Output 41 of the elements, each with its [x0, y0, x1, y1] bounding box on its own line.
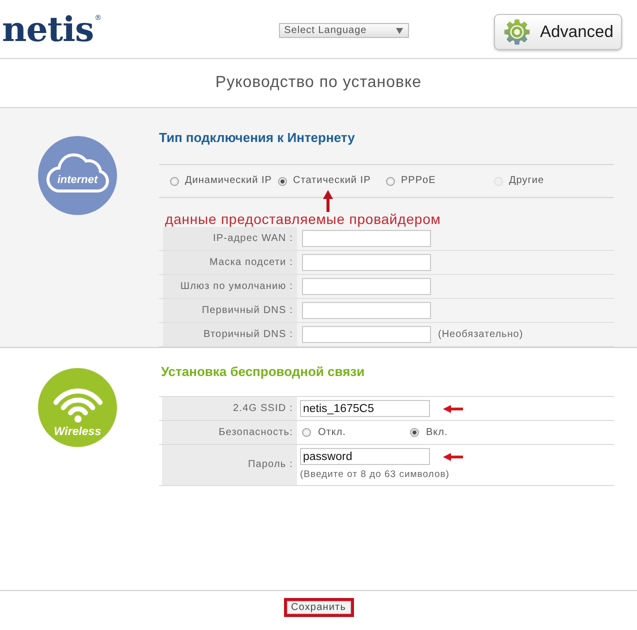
- radio-label: Вкл.: [426, 426, 448, 438]
- field-label: Первичный DNS :: [163, 299, 297, 322]
- radio-label: PPPoE: [401, 175, 436, 187]
- radio-button[interactable]: [170, 176, 179, 186]
- field-label: Безопасность:: [162, 421, 297, 444]
- field-hint: (Введите от 8 до 63 символов): [300, 469, 450, 481]
- radio-button[interactable]: [302, 428, 311, 437]
- radio-button[interactable]: [410, 428, 419, 437]
- section-heading: Тип подключения к Интернету: [159, 130, 355, 146]
- field-note: (Необязательно): [438, 328, 524, 340]
- field-label: Шлюз по умолчанию :: [163, 275, 297, 298]
- badge-label: internet: [57, 174, 98, 187]
- brand-logo: netis$^{®}$: [2, 13, 102, 47]
- caret-icon: [396, 28, 404, 34]
- input-field[interactable]: [302, 254, 431, 271]
- field-label: Пароль :: [162, 445, 297, 485]
- radio-label: Другие: [509, 175, 544, 187]
- input-field[interactable]: [302, 302, 431, 319]
- input-field[interactable]: netis_1675C5: [300, 400, 430, 417]
- input-field[interactable]: [302, 326, 431, 343]
- page-title: Руководство по установке: [215, 73, 422, 93]
- annotation-text: данные предоставляемые провайдером: [165, 212, 441, 227]
- field-label: 2.4G SSID :: [162, 397, 297, 420]
- radio-button[interactable]: [278, 176, 287, 186]
- input-field[interactable]: [302, 278, 431, 295]
- section-heading: Установка беспроводной связи: [161, 364, 365, 380]
- radio-button[interactable]: [386, 176, 395, 186]
- language-select[interactable]: Select Language: [279, 23, 410, 38]
- field-label: Маска подсети :: [163, 251, 297, 274]
- field-label: IP-адрес WAN :: [163, 227, 297, 250]
- gear-icon: [504, 19, 530, 45]
- advanced-button[interactable]: Advanced: [494, 14, 622, 50]
- save-button[interactable]: Сохранить: [284, 598, 354, 617]
- up-arrow-icon: [323, 190, 333, 212]
- field-label: Вторичный DNS :: [163, 323, 297, 346]
- badge-label: Wireless: [54, 426, 102, 439]
- radio-label: Откл.: [318, 426, 346, 438]
- radio-label: Динамический IP: [185, 175, 272, 187]
- input-field[interactable]: password: [300, 448, 430, 465]
- input-field[interactable]: [302, 230, 431, 247]
- radio-label: Статический IP: [293, 175, 371, 187]
